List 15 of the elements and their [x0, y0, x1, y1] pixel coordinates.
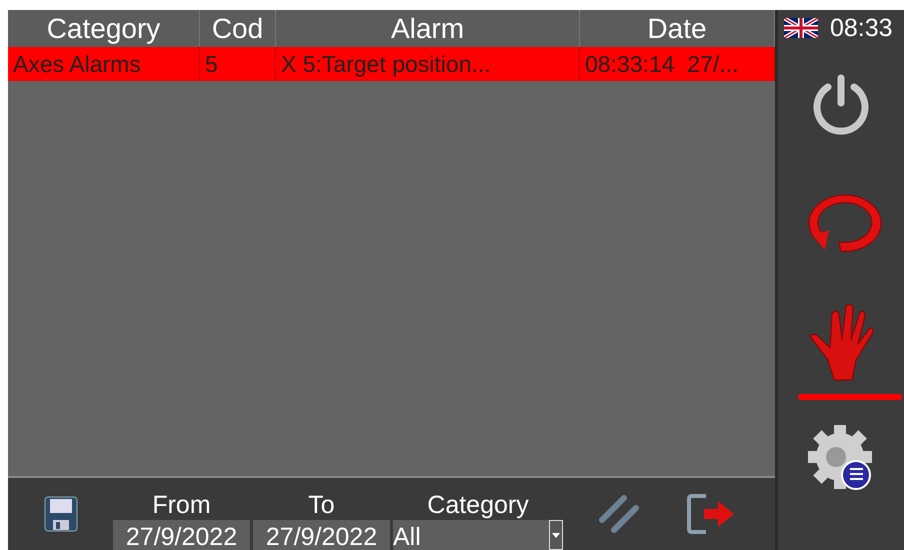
- category-dropdown[interactable]: All: [393, 520, 563, 550]
- to-date-field[interactable]: 27/9/2022: [253, 520, 390, 550]
- table-cell: Axes Alarms: [8, 47, 200, 81]
- flag-icon[interactable]: [784, 18, 818, 38]
- exit-icon[interactable]: [686, 493, 736, 535]
- to-label: To: [308, 490, 335, 520]
- category-label: Category: [427, 490, 529, 520]
- table-cell: 5: [200, 47, 276, 81]
- from-label: From: [152, 490, 211, 520]
- table-cell: X 5:Target position...: [276, 47, 580, 81]
- save-icon[interactable]: [44, 496, 78, 532]
- clock-time: 08:33: [830, 14, 893, 42]
- caret-icon: [552, 532, 560, 538]
- alarm-row[interactable]: Axes Alarms 5 X 5:Target position... 08:33:14 27/...: [8, 47, 775, 81]
- from-date-field[interactable]: 27/9/2022: [113, 520, 250, 550]
